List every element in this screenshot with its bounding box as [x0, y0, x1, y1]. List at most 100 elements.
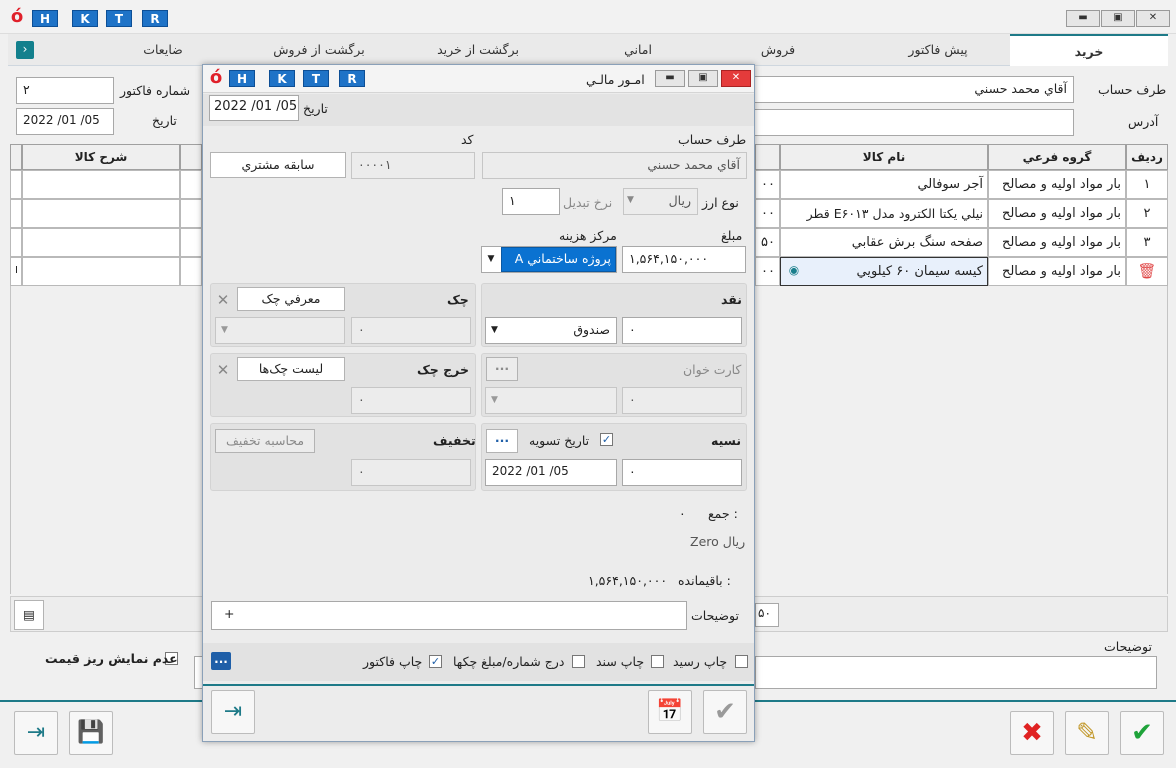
table-cell-desc[interactable] [22, 257, 180, 286]
table-cell-item[interactable]: آجر سوفالي [780, 170, 988, 199]
more-options-button[interactable]: ... [211, 652, 231, 670]
cheque-clear-icon[interactable]: ✕ [215, 291, 231, 309]
hotkey-t-button[interactable]: T [106, 10, 132, 27]
eye-icon[interactable]: ◉ [786, 263, 802, 279]
invoice-number-field[interactable]: ۲ [16, 77, 114, 104]
table-cell-extra[interactable] [180, 228, 202, 257]
invoice-date-field[interactable]: 2022 /01 /05 [16, 108, 114, 135]
hotkey-k-button[interactable]: K [269, 70, 295, 87]
minimize-icon[interactable]: ▬ [1066, 10, 1100, 27]
table-cell-desc[interactable] [22, 170, 180, 199]
table-cell-desc[interactable] [22, 199, 180, 228]
tab-consignment[interactable]: اماني [568, 34, 708, 66]
cheque-out-field: ۰ [351, 387, 471, 414]
trash-icon[interactable]: 🗑 [1126, 257, 1168, 286]
settle-more-button[interactable]: ··· [486, 429, 518, 453]
close-window-icon[interactable]: ✕ [1136, 10, 1170, 27]
dialog-account-label: طرف حساب [678, 132, 747, 147]
tab-purchase-return[interactable]: برگشت از خريد [403, 34, 553, 66]
table-cell-extra[interactable] [180, 199, 202, 228]
cheque-intro-button[interactable]: معرفي چک [237, 287, 345, 311]
table-cell-item[interactable]: نيلي يکتا الکترود مدل E۶۰۱۳ قطر [780, 199, 988, 228]
cost-center-label: مرکز هزينه [559, 228, 617, 243]
exit-icon[interactable]: ⇥ [14, 711, 58, 755]
save-icon[interactable]: 💾 [69, 711, 113, 755]
cost-center-chevron-down-icon[interactable]: ▼ [482, 247, 500, 272]
notes-add-icon[interactable]: + [224, 606, 234, 621]
dialog-date-field[interactable]: 2022 /01 /05 [209, 95, 299, 121]
total-value: ۰ [679, 506, 686, 521]
customer-history-button[interactable]: سابقه مشتري [210, 152, 346, 178]
table-cell-group[interactable]: بار مواد اوليه و مصالح [988, 228, 1126, 257]
tab-bar: › خريد پيش فاکتور فروش اماني برگشت از خر… [8, 34, 1168, 66]
cancel-x-icon[interactable]: ✖ [1010, 711, 1054, 755]
tab-proforma[interactable]: پيش فاکتور [868, 34, 1008, 66]
table-cell-extra[interactable] [180, 170, 202, 199]
dialog-close-icon[interactable]: ✕ [721, 70, 751, 87]
calendar-payment-icon[interactable]: 📅 [648, 690, 692, 734]
hotkey-h-button[interactable]: H [32, 10, 58, 27]
table-row[interactable]: ۱ [1126, 170, 1168, 199]
currency-select[interactable]: ريال [623, 188, 698, 215]
dialog-maximize-icon[interactable]: ▣ [688, 70, 718, 87]
discount-calc-button[interactable]: محاسبه تخفيف [215, 429, 315, 453]
maximize-icon[interactable]: ▣ [1101, 10, 1135, 27]
table-row[interactable]: ۲ [1126, 199, 1168, 228]
hotkey-r-button[interactable]: R [339, 70, 365, 87]
card-more-button[interactable]: ··· [486, 357, 518, 381]
table-cell-extra[interactable] [180, 257, 202, 286]
table-cell-group[interactable]: بار مواد اوليه و مصالح [988, 199, 1126, 228]
settle-date-field[interactable]: 2022 /01 /05 [485, 459, 617, 486]
chevron-right-icon[interactable]: › [16, 41, 34, 59]
amount-field[interactable]: ۱,۵۶۴,۱۵۰,۰۰۰ [622, 246, 746, 273]
cash-box-chevron-down-icon[interactable]: ▼ [491, 325, 498, 335]
col-amount-header [755, 144, 780, 170]
cheque-list-button[interactable]: ليست چک‌ها [237, 357, 345, 381]
cost-center-select[interactable]: ▼ پروژه ساختماني A [481, 246, 617, 273]
table-cell-item[interactable]: صفحه سنگ برش عقابي [780, 228, 988, 257]
table-cell-amount[interactable]: ۰۰ [755, 199, 780, 228]
print-receipt-checkbox[interactable] [735, 655, 748, 668]
amount-label: مبلغ [721, 228, 743, 243]
tab-sales[interactable]: فروش [708, 34, 848, 66]
hotkey-t-button[interactable]: T [303, 70, 329, 87]
account-label: طرف حساب [1098, 82, 1167, 97]
currency-value: ريال [668, 193, 691, 208]
grid-settings-icon[interactable]: ▤ [14, 600, 44, 630]
table-cell-amount[interactable]: ۰۰ [755, 170, 780, 199]
table-cell-desc[interactable] [22, 228, 180, 257]
cash-field[interactable]: ۰ [622, 317, 742, 344]
table-cell-group[interactable]: بار مواد اوليه و مصالح [988, 257, 1126, 286]
table-cell-amount[interactable]: ۰۰ [755, 257, 780, 286]
table-cell-amount[interactable]: ۵۰ [755, 228, 780, 257]
table-cell-item-active[interactable]: کيسه سيمان ۶۰ کيلويي [780, 257, 988, 286]
account-field[interactable]: آقاي محمد حسني [750, 76, 1074, 103]
cheque-out-clear-icon[interactable]: ✕ [215, 361, 231, 379]
tab-purchase[interactable]: خريد [1010, 34, 1168, 66]
invoice-number-label: شماره فاکتور [120, 83, 191, 98]
tab-waste[interactable]: ضايعات [98, 34, 228, 66]
notes-field[interactable] [755, 656, 1157, 689]
tab-sales-return[interactable]: برگشت از فروش [244, 34, 394, 66]
currency-chevron-down-icon[interactable]: ▼ [627, 195, 634, 205]
address-field[interactable] [750, 109, 1074, 136]
dialog-notes-label: توضيحات [691, 608, 739, 623]
cash-box-select[interactable]: صندوق [485, 317, 617, 344]
hotkey-k-button[interactable]: K [72, 10, 98, 27]
hotkey-r-button[interactable]: R [142, 10, 168, 27]
edit-pencil-icon[interactable]: ✎ [1065, 711, 1109, 755]
rate-field[interactable]: ۱ [502, 188, 560, 215]
hotkey-h-button[interactable]: H [229, 70, 255, 87]
dialog-confirm-check-icon[interactable]: ✔ [703, 690, 747, 734]
confirm-check-icon[interactable]: ✔ [1120, 711, 1164, 755]
table-cell-group[interactable]: بار مواد اوليه و مصالح [988, 170, 1126, 199]
dialog-notes-field[interactable]: + [211, 601, 687, 630]
dialog-minimize-icon[interactable]: ▬ [655, 70, 685, 87]
settle-date-checkbox[interactable]: ✓ [600, 433, 613, 446]
insert-cheque-checkbox[interactable] [572, 655, 585, 668]
print-invoice-checkbox[interactable]: ✓ [429, 655, 442, 668]
table-row[interactable]: ۳ [1126, 228, 1168, 257]
print-doc-checkbox[interactable] [651, 655, 664, 668]
dialog-exit-icon[interactable]: ⇥ [211, 690, 255, 734]
credit-field[interactable]: ۰ [622, 459, 742, 486]
